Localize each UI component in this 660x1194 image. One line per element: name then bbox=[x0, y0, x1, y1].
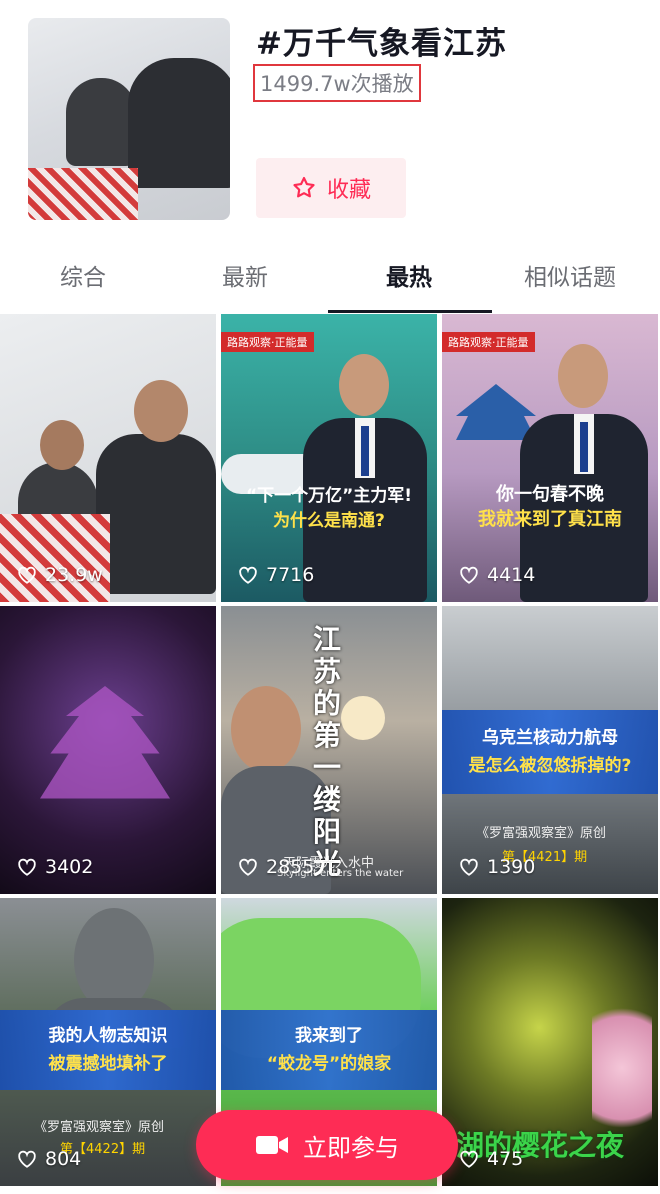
like-count-value: 804 bbox=[45, 1148, 82, 1170]
video-thumb-head bbox=[40, 420, 84, 470]
heart-icon bbox=[460, 858, 478, 876]
tab-hottest[interactable]: 最热 bbox=[386, 258, 432, 292]
channel-tag: 路路观察·正能量 bbox=[221, 332, 314, 352]
topic-title: #万千气象看江苏 bbox=[256, 26, 507, 62]
caption-line-2: 是怎么被忽悠拆掉的? bbox=[468, 756, 632, 776]
heart-icon bbox=[239, 858, 257, 876]
cover-person-left bbox=[66, 78, 136, 166]
cover-tablecloth bbox=[28, 168, 138, 220]
tab-similar-topics[interactable]: 相似话题 bbox=[524, 258, 616, 292]
like-count-value: 2855 bbox=[266, 856, 315, 878]
favorite-label: 收藏 bbox=[326, 178, 371, 203]
participate-label: 立即参与 bbox=[303, 1133, 399, 1162]
like-count: 4414 bbox=[458, 564, 535, 586]
participate-button[interactable]: 立即参与 bbox=[196, 1110, 458, 1180]
heart-icon bbox=[18, 858, 36, 876]
video-thumb-head bbox=[231, 686, 301, 772]
like-count: 475 bbox=[458, 1148, 523, 1170]
video-caption: 乌克兰核动力航母 是怎么被忽悠拆掉的? bbox=[450, 724, 650, 780]
video-thumb-statue-head bbox=[74, 908, 154, 1012]
cover-person-right bbox=[128, 58, 230, 188]
heart-icon bbox=[18, 566, 36, 584]
video-card[interactable]: 23.9w bbox=[0, 314, 216, 602]
video-thumb-tie bbox=[580, 422, 588, 472]
caption-line-2: “蛟龙号”的娘家 bbox=[266, 1054, 392, 1074]
video-card[interactable]: 路路观察·正能量 “下一个万亿”主力军! 为什么是南通? 7716 bbox=[221, 314, 437, 602]
caption-line-1: 你一句春不晚 bbox=[496, 484, 604, 505]
tab-bar: 综合 最新 最热 相似话题 bbox=[0, 244, 660, 313]
like-count: 23.9w bbox=[16, 564, 103, 586]
caption-line-1: 我来到了 bbox=[295, 1026, 363, 1046]
like-count-value: 4414 bbox=[487, 564, 536, 586]
source-label: 《罗富强观察室》原创 bbox=[476, 826, 607, 841]
caption-line-2: 我就来到了真江南 bbox=[478, 509, 622, 530]
video-card[interactable]: 我的人物志知识 被震撼地填补了 《罗富强观察室》原创 第【4422】期 804 bbox=[0, 898, 216, 1186]
topic-cover-image[interactable] bbox=[28, 18, 230, 220]
video-card[interactable]: 3402 bbox=[0, 606, 216, 894]
tab-general[interactable]: 综合 bbox=[60, 258, 106, 292]
like-count: 2855 bbox=[237, 856, 314, 878]
video-thumb-head bbox=[558, 344, 608, 408]
video-card[interactable]: 江苏的第一缕阳光 天际霞光入水中 Skylight enters the wat… bbox=[221, 606, 437, 894]
heart-icon bbox=[239, 566, 257, 584]
caption-line-2: 被震撼地填补了 bbox=[48, 1054, 168, 1074]
favorite-button[interactable]: 收藏 bbox=[256, 158, 406, 218]
vertical-title: 江苏的第一缕阳光 bbox=[313, 623, 342, 880]
like-count: 3402 bbox=[16, 856, 93, 878]
heart-icon bbox=[460, 1150, 478, 1168]
video-card[interactable]: 湖的樱花之夜 475 bbox=[442, 898, 658, 1186]
heart-icon bbox=[18, 1150, 36, 1168]
topic-header: #万千气象看江苏 1499.7w次播放 收藏 bbox=[0, 0, 660, 240]
channel-tag: 路路观察·正能量 bbox=[442, 332, 535, 352]
active-tab-indicator bbox=[328, 310, 492, 313]
video-thumb-person bbox=[96, 434, 216, 594]
like-count: 804 bbox=[16, 1148, 81, 1170]
video-card[interactable]: 路路观察·正能量 你一句春不晚 我就来到了真江南 4414 bbox=[442, 314, 658, 602]
star-icon bbox=[293, 176, 315, 198]
video-caption: “下一个万亿”主力军! 为什么是南通? bbox=[229, 484, 429, 534]
video-caption: 我的人物志知识 被震撼地填补了 bbox=[8, 1022, 208, 1078]
video-grid: 23.9w 路路观察·正能量 “下一个万亿”主力军! 为什么是南通? 7716 … bbox=[0, 314, 660, 1194]
caption-line-1: 乌克兰核动力航母 bbox=[482, 728, 618, 748]
like-count: 7716 bbox=[237, 564, 314, 586]
caption-line-1: “下一个万亿”主力军! bbox=[245, 486, 413, 506]
tab-latest[interactable]: 最新 bbox=[222, 258, 268, 292]
like-count-value: 3402 bbox=[45, 856, 94, 878]
like-count-value: 475 bbox=[487, 1148, 524, 1170]
like-count-value: 1390 bbox=[487, 856, 536, 878]
video-thumb-tablecloth bbox=[0, 514, 110, 602]
video-card[interactable]: 乌克兰核动力航母 是怎么被忽悠拆掉的? 《罗富强观察室》原创 第【4421】期 … bbox=[442, 606, 658, 894]
video-thumb-tie bbox=[361, 426, 369, 476]
video-thumb-head bbox=[134, 380, 188, 442]
video-camera-icon bbox=[256, 1136, 288, 1154]
video-caption: 我来到了 “蛟龙号”的娘家 bbox=[229, 1022, 429, 1078]
like-count-value: 7716 bbox=[266, 564, 315, 586]
caption-line-1: 我的人物志知识 bbox=[48, 1026, 168, 1046]
heart-icon bbox=[460, 566, 478, 584]
video-thumb-sun bbox=[341, 696, 385, 740]
caption-line-2: 为什么是南通? bbox=[273, 511, 385, 531]
video-caption: 你一句春不晚 我就来到了真江南 bbox=[450, 482, 650, 532]
play-count: 1499.7w次播放 bbox=[253, 64, 421, 102]
source-label: 《罗富强观察室》原创 bbox=[34, 1120, 165, 1135]
video-thumb-pagoda bbox=[40, 686, 170, 799]
like-count: 1390 bbox=[458, 856, 535, 878]
video-thumb-head bbox=[339, 354, 389, 416]
like-count-value: 23.9w bbox=[45, 564, 103, 586]
